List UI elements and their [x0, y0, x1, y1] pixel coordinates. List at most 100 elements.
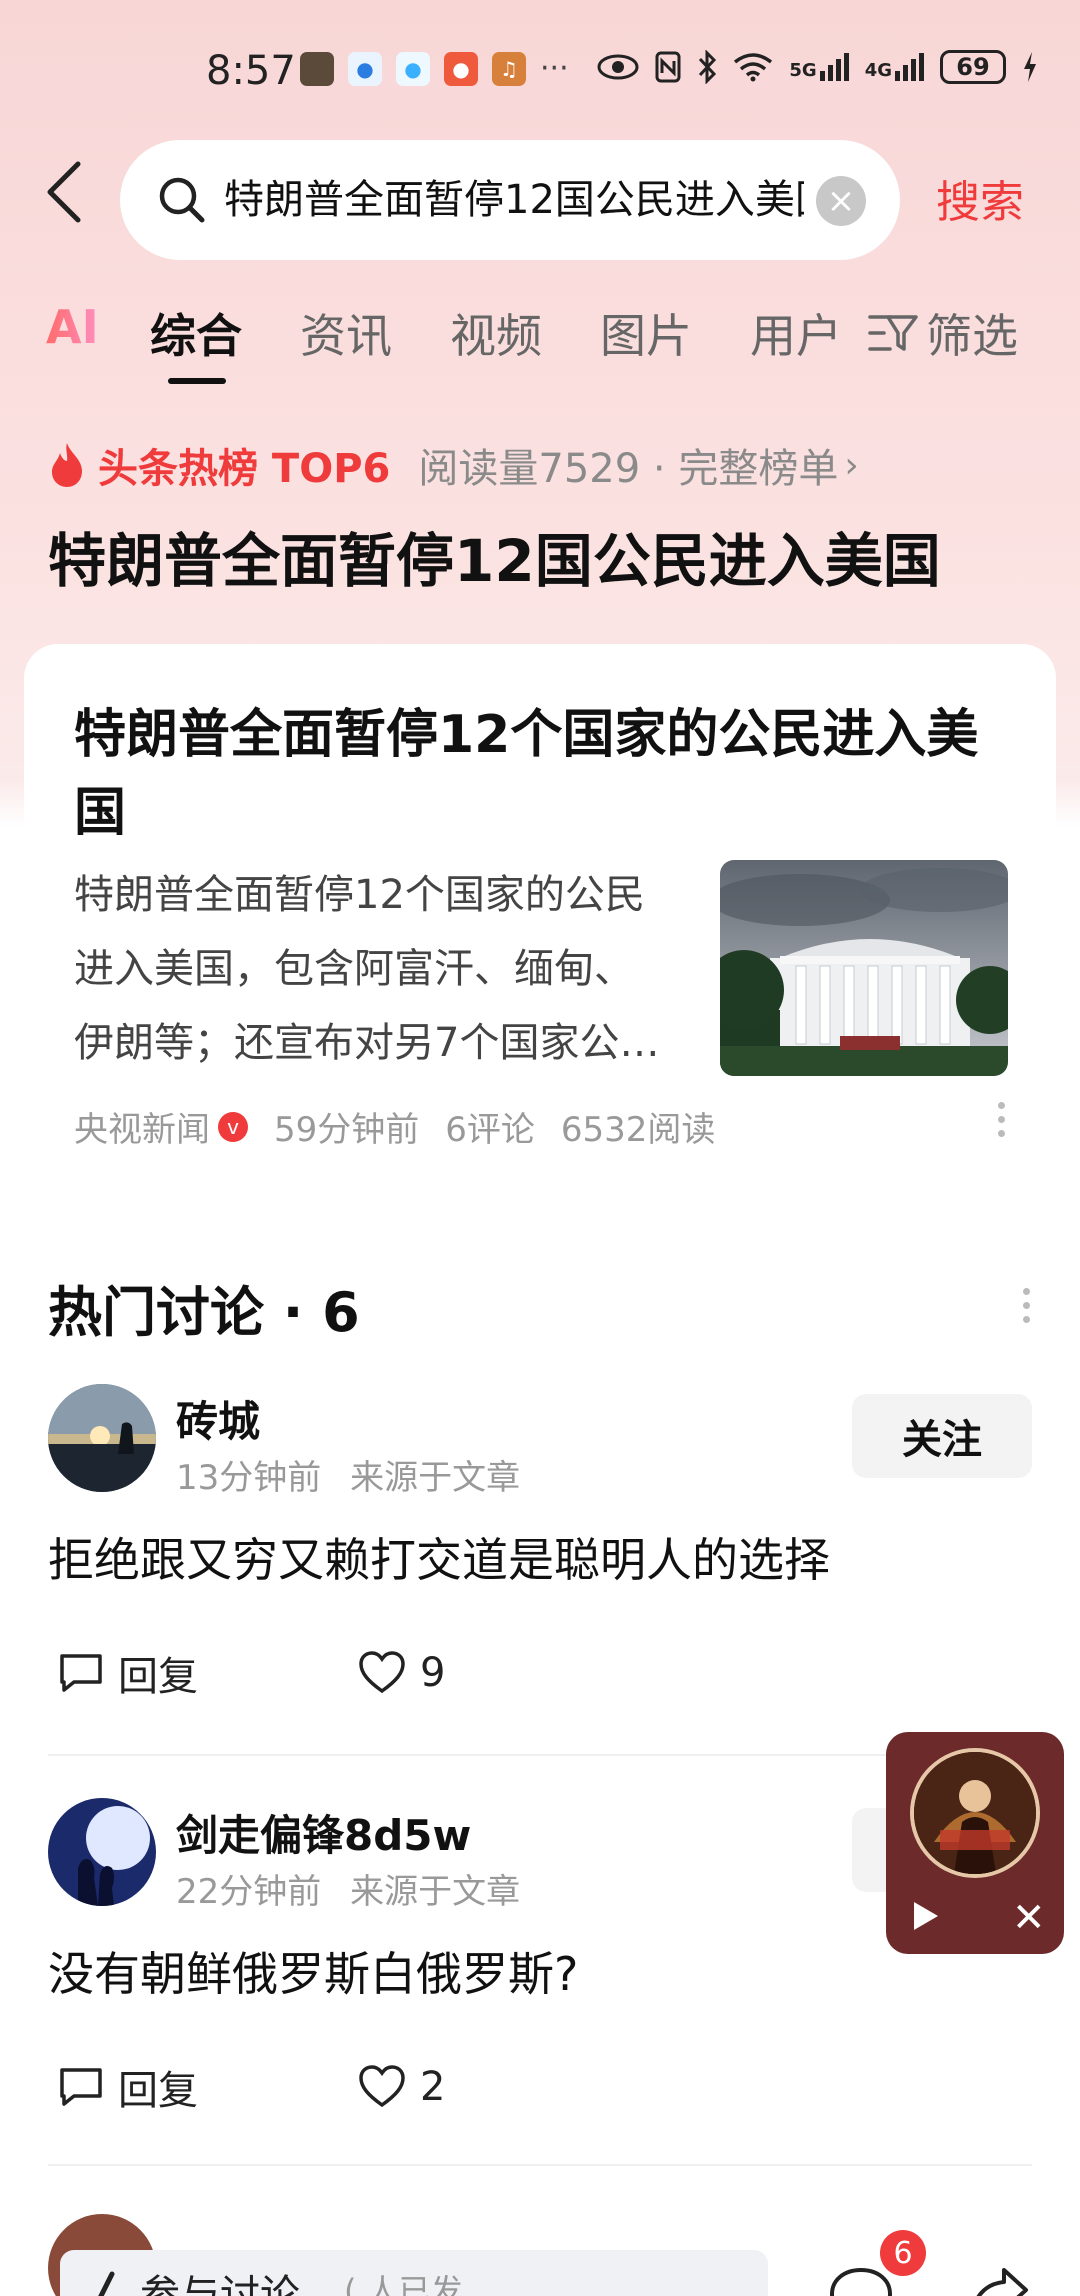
like-count: 2	[420, 2064, 446, 2110]
search-query-text: 特朗普全面暂停12国公民进入美国	[224, 177, 804, 223]
comment-author[interactable]: 剑走偏锋8d5w	[176, 1802, 471, 1863]
back-button[interactable]	[44, 160, 104, 240]
tab-news[interactable]: 资讯	[300, 300, 392, 366]
hot-rank-meta: 阅读量7529 · 完整榜单	[418, 446, 839, 492]
discussion-input-label: 参与讨论	[140, 2272, 300, 2296]
eye-icon	[597, 54, 639, 80]
close-icon[interactable]: ✕	[1012, 1898, 1046, 1938]
battery-indicator: 69	[940, 50, 1006, 84]
reply-icon	[60, 1654, 102, 1692]
tab-ai[interactable]: AI	[46, 300, 99, 354]
active-tab-indicator	[168, 378, 226, 384]
sunset-avatar-image	[48, 1384, 156, 1492]
reply-button[interactable]: 回复	[58, 1644, 358, 1702]
comment-item: 砖城 13分钟前 来源于文章 关注 拒绝跟又穷又赖打交道是聪明人的选择 回复 9	[0, 1384, 1080, 1784]
clear-search-button[interactable]: ×	[816, 176, 866, 226]
nfc-icon	[655, 51, 681, 83]
album-cover	[910, 1748, 1040, 1878]
avatar[interactable]	[48, 1384, 156, 1492]
tab-comprehensive[interactable]: 综合	[150, 300, 242, 366]
reply-label: 回复	[118, 1654, 198, 1700]
verified-badge-icon: v	[218, 1111, 248, 1142]
status-indicators: 5G 4G 69	[597, 50, 1038, 84]
like-count: 9	[420, 1650, 446, 1696]
heart-icon	[359, 2065, 405, 2108]
reply-label: 回复	[118, 2068, 198, 2114]
like-button[interactable]: 9	[358, 1650, 445, 1696]
bottom-action-bar: 参与讨论 ( 人已发 6	[0, 2230, 1080, 2296]
hot-rank-link[interactable]: 头条热榜 TOP6 阅读量7529 · 完整榜单 ›	[46, 436, 859, 494]
play-icon[interactable]	[908, 1898, 942, 1934]
back-arrow-icon	[47, 161, 81, 223]
floating-audio-player[interactable]: ✕	[886, 1732, 1064, 1954]
news-thumbnail	[720, 860, 1008, 1076]
signal-5g-icon: 5G	[789, 53, 849, 81]
news-card[interactable]: 特朗普全面暂停12个国家的公民进入美国 特朗普全面暂停12个国家的公民 进入美国…	[24, 644, 1056, 1194]
chat-app-icon: ●	[396, 52, 430, 86]
pencil-icon	[98, 2271, 115, 2296]
comments-icon[interactable]	[828, 2266, 894, 2296]
network-label-4g: 4G	[864, 60, 892, 81]
search-icon	[159, 177, 205, 223]
more-options-button[interactable]	[998, 1102, 1006, 1142]
shield-app-icon	[300, 52, 334, 86]
news-source: 央视新闻	[74, 1110, 210, 1150]
status-bar: 8:57 ● ● ● ♫ ··· 5G 4G 69	[0, 40, 1080, 100]
status-time: 8:57	[206, 48, 296, 94]
filter-button[interactable]: 筛选	[868, 300, 1018, 366]
search-submit-button[interactable]: 搜索	[936, 166, 1024, 230]
filter-icon	[868, 315, 918, 351]
comment-source: 来源于文章	[350, 1872, 521, 1912]
more-notifications-icon: ···	[540, 51, 569, 86]
bluetooth-icon	[699, 50, 717, 84]
signal-4g-icon: 4G	[865, 53, 924, 81]
reply-button[interactable]: 回复	[58, 2058, 358, 2116]
comment-time: 22分钟前	[176, 1872, 322, 1912]
comment-meta: 22分钟前 来源于文章	[176, 1864, 520, 1913]
avatar[interactable]	[48, 1798, 156, 1906]
comment-time: 13分钟前	[176, 1458, 322, 1498]
hot-rank-label: 头条热榜 TOP6	[98, 446, 391, 492]
news-read-count: 6532阅读	[560, 1110, 716, 1150]
comment-divider	[48, 1754, 1032, 1756]
fire-icon	[52, 443, 82, 487]
comment-count-badge: 6	[880, 2230, 926, 2276]
discussion-input-hint: ( 人已发	[344, 2272, 463, 2296]
heart-icon	[359, 1651, 405, 1694]
news-meta: 央视新闻 v 59分钟前 6评论 6532阅读	[74, 1102, 715, 1151]
news-summary-line: 进入美国，包含阿富汗、缅甸、	[74, 946, 634, 992]
filter-label: 筛选	[926, 309, 1018, 363]
white-house-image	[720, 860, 1008, 1076]
comment-divider	[48, 2164, 1032, 2166]
share-icon[interactable]	[968, 2264, 1030, 2296]
tab-users[interactable]: 用户	[750, 300, 842, 366]
discussion-input[interactable]: 参与讨论 ( 人已发	[60, 2250, 768, 2296]
comment-source: 来源于文章	[350, 1458, 521, 1498]
comment-text: 拒绝跟又穷又赖打交道是聪明人的选择	[48, 1533, 830, 1587]
news-summary-line: 伊朗等；还宣布对另7个国家公…	[74, 1020, 660, 1066]
comment-text: 没有朝鲜俄罗斯白俄罗斯?	[48, 1947, 579, 2001]
search-input[interactable]: 特朗普全面暂停12国公民进入美国 ×	[120, 140, 900, 260]
reply-icon	[60, 2068, 102, 2106]
news-title: 特朗普全面暂停12个国家的公民进入美国	[74, 705, 979, 843]
music-app-icon: ♫	[492, 52, 526, 86]
comment-author[interactable]: 砖城	[176, 1388, 260, 1449]
comment-actions: 回复 9	[58, 1644, 445, 1702]
tab-video[interactable]: 视频	[450, 300, 542, 366]
charging-icon	[1024, 52, 1036, 82]
close-icon: ×	[826, 181, 856, 221]
like-button[interactable]: 2	[358, 2064, 445, 2110]
status-app-icons: ● ● ● ♫ ···	[300, 52, 569, 86]
news-summary: 特朗普全面暂停12个国家的公民 进入美国，包含阿富汗、缅甸、 伊朗等；还宣布对另…	[74, 858, 694, 1080]
network-label-5g: 5G	[789, 60, 817, 81]
wifi-icon	[734, 53, 773, 82]
news-time: 59分钟前	[274, 1110, 420, 1150]
moon-couple-avatar-image	[48, 1798, 156, 1906]
discussion-more-button[interactable]	[1023, 1288, 1030, 1330]
search-results-page: 8:57 ● ● ● ♫ ··· 5G 4G 69 特朗普全面暂停12国公民进入…	[0, 0, 1080, 2296]
follow-button[interactable]: 关注	[852, 1394, 1032, 1478]
news-summary-line: 特朗普全面暂停12个国家的公民	[74, 872, 645, 918]
tab-images[interactable]: 图片	[600, 300, 692, 366]
discussion-title: 热门讨论 · 6	[48, 1281, 360, 1344]
drop-app-icon: ●	[348, 52, 382, 86]
